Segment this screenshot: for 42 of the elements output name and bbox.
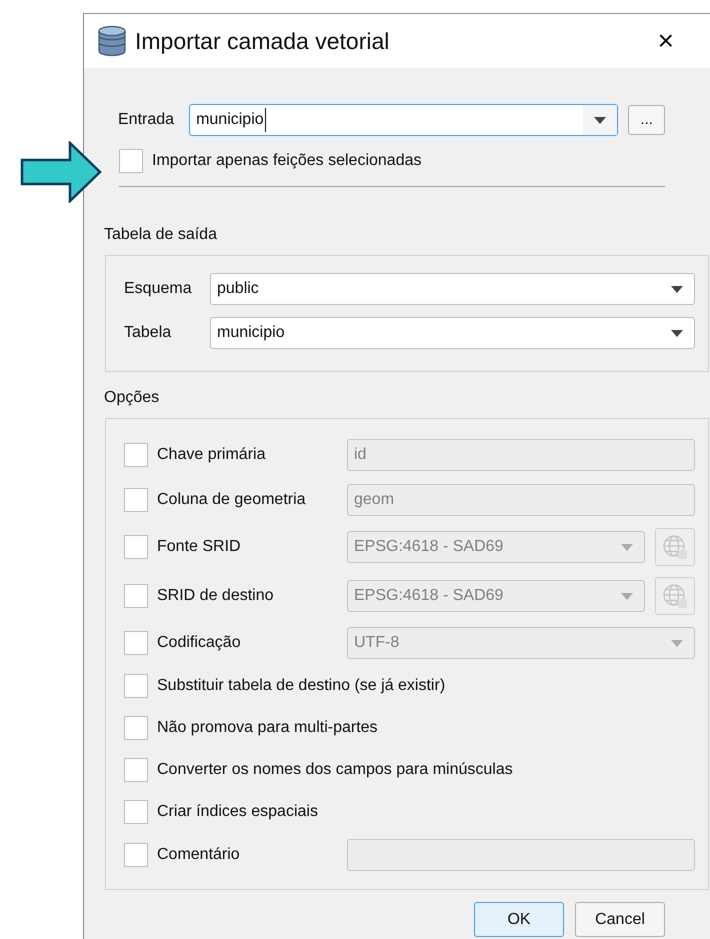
section-title: Tabela de saída (104, 225, 218, 245)
checkbox[interactable] (119, 149, 143, 173)
checkbox-label: Comentário (157, 845, 241, 865)
checkbox[interactable] (124, 758, 148, 782)
cancel-button[interactable]: Cancel (575, 902, 665, 937)
globe-button[interactable] (655, 577, 695, 615)
checkbox[interactable] (124, 716, 148, 740)
checkbox-label: Codificação (157, 633, 242, 653)
checkbox-label: Chave primária (157, 445, 266, 465)
field-label: Entrada (118, 110, 176, 130)
checkbox-label: Não promova para multi-partes (157, 718, 378, 738)
dropdown-icon (671, 330, 683, 336)
dropdown-icon (671, 286, 683, 292)
dropdown-icon (621, 544, 633, 550)
globe-icon (662, 534, 688, 560)
globe-icon (662, 583, 688, 609)
dropdown-icon (594, 116, 606, 124)
browse-button[interactable]: ... (628, 105, 665, 135)
field-label: Tabela (124, 323, 172, 343)
database-icon (97, 25, 127, 57)
checkbox-label: SRID de destino (157, 586, 275, 606)
combobox[interactable]: municipio (210, 317, 695, 349)
checkbox-label: Criar índices espaciais (157, 802, 318, 822)
window-title: Importar camada vetorial (135, 26, 390, 56)
combo-value: municipio (190, 108, 266, 132)
checkbox-label: Importar apenas feições selecionadas (152, 151, 422, 171)
checkbox-label: Coluna de geometria (157, 490, 307, 510)
globe-button[interactable] (655, 528, 695, 566)
dropdown-icon (621, 592, 633, 600)
ok-button[interactable]: OK (474, 902, 564, 937)
checkbox-label: Substituir tabela de destino (se já existir) (157, 676, 446, 696)
checkbox-label: Converter os nomes dos campos para minúsculas (157, 760, 513, 780)
dropdown-icon (671, 640, 683, 646)
combobox[interactable]: public (210, 273, 695, 305)
arrow-icon (20, 141, 102, 203)
checkbox[interactable] (124, 674, 148, 698)
input-combobox[interactable]: municipio (189, 104, 618, 136)
checkbox-label: Fonte SRID (157, 537, 242, 557)
section-title: Opções (104, 388, 160, 408)
field-label: Esquema (124, 279, 193, 299)
checkbox[interactable] (124, 800, 148, 824)
close-button[interactable]: × (658, 27, 674, 55)
